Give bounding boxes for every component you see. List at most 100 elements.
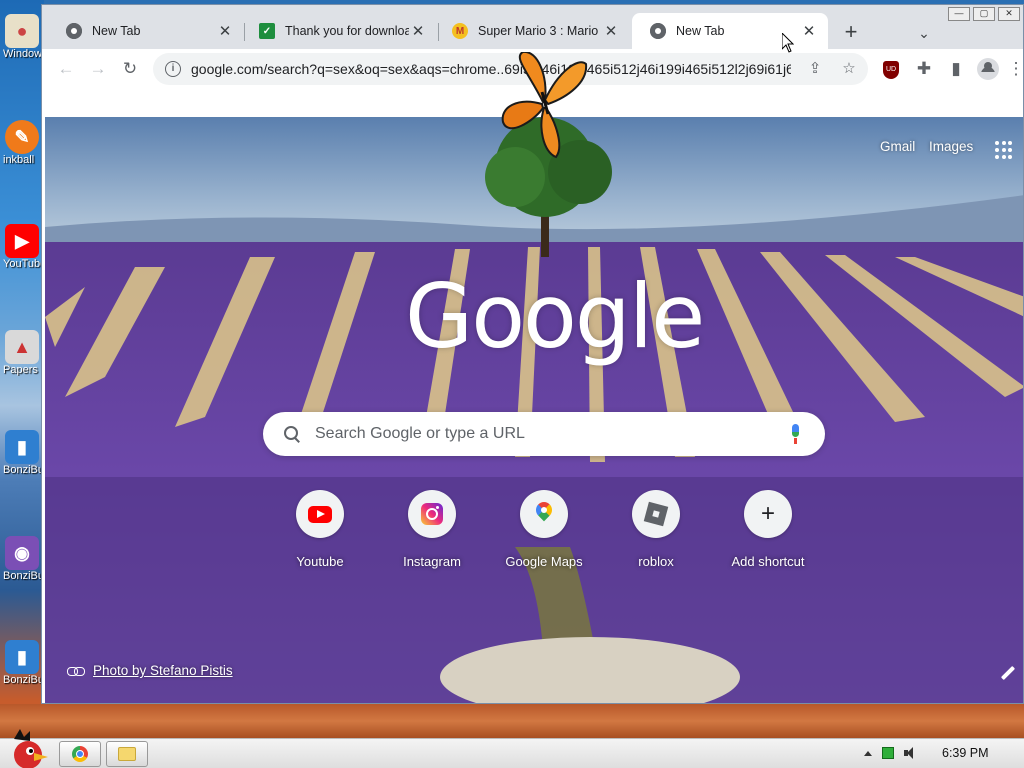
close-window-button[interactable]: ✕ — [998, 7, 1020, 21]
desktop-icon-label: BonziBuddy — [3, 674, 44, 686]
desktop-icon-inkball[interactable]: ✎ inkball — [0, 120, 44, 166]
shortcut-instagram[interactable]: Instagram — [376, 490, 488, 569]
desktop-icon-windows-vista[interactable]: ● Windows Vista — [0, 14, 44, 60]
mouse-cursor-icon — [782, 33, 794, 53]
volume-icon[interactable] — [904, 747, 918, 759]
desktop-icon-bonzibuddy-3[interactable]: ▮ BonziBuddy — [0, 640, 44, 686]
desktop-icon-label: YouTube — [3, 258, 44, 270]
share-icon[interactable]: ⇪ — [803, 57, 827, 81]
shortcut-tile[interactable] — [408, 490, 456, 538]
extensions-puzzle-icon[interactable]: ✚ — [910, 55, 938, 83]
inkball-icon: ✎ — [5, 120, 39, 154]
address-bar-url[interactable]: google.com/search?q=sex&oq=sex&aqs=chrom… — [191, 61, 791, 77]
images-link[interactable]: Images — [929, 139, 973, 154]
desktop-icon-label: inkball — [3, 154, 35, 166]
gmail-link[interactable]: Gmail — [880, 139, 915, 154]
close-icon[interactable]: ✕ — [602, 22, 620, 40]
papers-icon: ▲ — [5, 330, 39, 364]
youtube-icon: ▶ — [5, 224, 39, 258]
search-box[interactable]: Search Google or type a URL — [263, 412, 825, 456]
tab-title: New Tab — [92, 24, 141, 38]
google-maps-icon — [535, 502, 553, 526]
desktop-icon-bonzibuddy-2[interactable]: ◉ BonziBuddy — [0, 536, 44, 582]
shortcut-label: Add shortcut — [731, 554, 805, 569]
start-button-angry-bird-icon[interactable] — [4, 729, 50, 768]
bonzibuddy-icon: ◉ — [5, 536, 39, 570]
shortcut-add[interactable]: + Add shortcut — [712, 490, 824, 569]
photo-credit-link[interactable]: Photo by Stefano Pistis — [93, 663, 233, 678]
game-icon: M — [452, 23, 468, 39]
shortcut-label: Google Maps — [505, 554, 583, 569]
taskbar: 6:39 PM — [0, 729, 1024, 768]
maximize-button[interactable]: ▢ — [973, 7, 995, 21]
bonzibuddy-icon: ▮ — [5, 640, 39, 674]
google-apps-icon[interactable] — [995, 141, 1013, 159]
back-button[interactable]: ← — [52, 55, 80, 83]
butterfly-icon — [501, 52, 588, 159]
youtube-icon — [308, 505, 332, 523]
shortcut-label: roblox — [638, 554, 674, 569]
shortcut-google-maps[interactable]: Google Maps — [488, 490, 600, 569]
shortcut-tile[interactable] — [520, 490, 568, 538]
chrome-icon — [650, 23, 666, 39]
taskbar-explorer-button[interactable] — [106, 741, 148, 767]
shortcut-roblox[interactable]: roblox — [600, 490, 712, 569]
desktop-icon-label: Papers — [3, 364, 38, 376]
forward-button[interactable]: → — [84, 55, 112, 83]
customize-pencil-icon[interactable] — [999, 665, 1017, 683]
reload-button[interactable]: ↻ — [116, 55, 144, 83]
shortcut-tile[interactable] — [296, 490, 344, 538]
close-icon[interactable]: ✕ — [409, 22, 427, 40]
ublock-extension-icon[interactable]: UD — [883, 61, 899, 79]
checkmark-icon: ✓ — [259, 23, 275, 39]
windows-vista-icon: ● — [5, 14, 39, 48]
shortcut-tile[interactable]: + — [744, 490, 792, 538]
link-icon — [67, 666, 85, 676]
plus-icon: + — [760, 500, 775, 527]
desktop-background-bottom — [0, 704, 1024, 738]
shortcut-label: Youtube — [296, 554, 344, 569]
microphone-icon[interactable] — [781, 419, 811, 449]
side-panel-icon[interactable]: ▮ — [942, 55, 970, 83]
chrome-icon — [66, 23, 82, 39]
minimize-button[interactable]: — — [948, 7, 970, 21]
desktop-icon-label: BonziBuddy — [3, 570, 44, 582]
network-icon[interactable] — [882, 747, 894, 759]
tab-thank-you[interactable]: ✓ Thank you for download ✕ — [241, 13, 437, 49]
bookmark-star-icon[interactable]: ☆ — [837, 57, 861, 81]
chrome-icon — [72, 746, 88, 762]
instagram-icon — [421, 503, 443, 525]
profile-avatar-icon[interactable] — [977, 58, 999, 80]
roblox-icon — [643, 501, 669, 527]
shortcut-youtube[interactable]: Youtube — [264, 490, 376, 569]
desktop-icon-label: BonziBuddy — [3, 464, 44, 476]
folder-icon — [118, 747, 136, 761]
shortcut-label: Instagram — [403, 554, 461, 569]
close-icon[interactable]: ✕ — [216, 22, 234, 40]
system-tray: 6:39 PM — [864, 746, 989, 760]
new-tab-page: Gmail Images Google Search Google or typ… — [45, 117, 1023, 703]
tab-strip: New Tab ✕ ✓ Thank you for download ✕ M S… — [42, 5, 1023, 49]
close-icon[interactable]: ✕ — [800, 22, 818, 40]
tab-search-chevron-icon[interactable]: ⌄ — [912, 19, 936, 47]
taskbar-chrome-button[interactable] — [59, 741, 101, 767]
show-hidden-icons-icon[interactable] — [864, 750, 872, 756]
photo-credit[interactable]: Photo by Stefano Pistis — [67, 663, 233, 678]
lavender-field-background — [45, 117, 1023, 703]
shortcut-tile[interactable] — [632, 490, 680, 538]
menu-kebab-icon[interactable]: ⋮ — [1002, 55, 1024, 83]
search-icon — [283, 425, 301, 443]
desktop-icon-papers[interactable]: ▲ Papers — [0, 330, 44, 376]
bonzibuddy-icon: ▮ — [5, 430, 39, 464]
search-input[interactable]: Search Google or type a URL — [315, 425, 781, 443]
google-logo: Google — [405, 265, 705, 368]
clock[interactable]: 6:39 PM — [942, 746, 989, 760]
tab-title: Thank you for download — [285, 24, 409, 38]
new-tab-button[interactable]: + — [837, 19, 865, 47]
desktop-icon-youtube[interactable]: ▶ YouTube — [0, 224, 44, 270]
desktop-icon-bonzibuddy-1[interactable]: ▮ BonziBuddy — [0, 430, 44, 476]
tab-new-tab-1[interactable]: New Tab ✕ — [48, 13, 244, 49]
site-info-icon[interactable]: i — [165, 61, 181, 77]
tab-new-tab-active[interactable]: New Tab ✕ — [632, 13, 828, 49]
tab-super-mario[interactable]: M Super Mario 3 : Mario Fo ✕ — [434, 13, 630, 49]
